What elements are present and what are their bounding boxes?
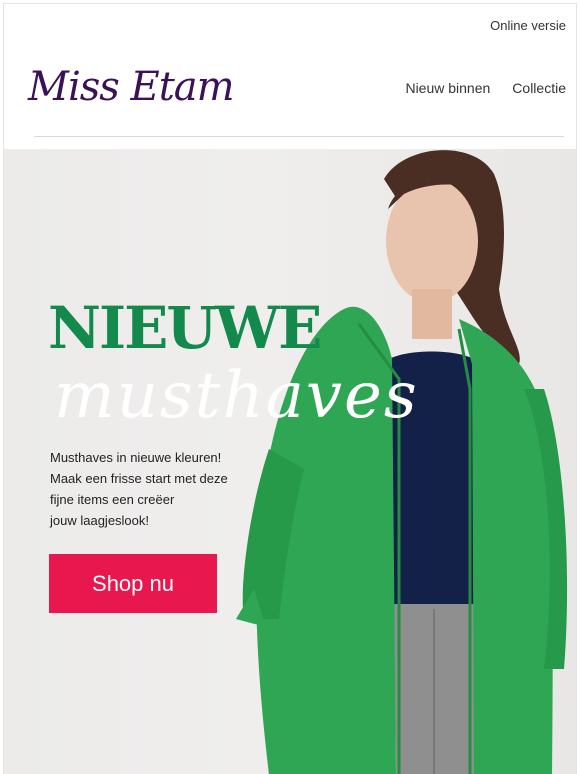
miss-etam-logo[interactable]: Miss Etam [26, 56, 236, 112]
header-divider [34, 136, 564, 137]
body-line: Musthaves in nieuwe kleuren! [50, 450, 222, 465]
logo-text: Miss Etam [27, 64, 234, 110]
nav-nieuw-binnen[interactable]: Nieuw binnen [405, 80, 490, 96]
body-line: fijne items een creëer [50, 492, 175, 507]
body-line: Maak een frisse start met deze [50, 471, 228, 486]
online-version-link[interactable]: Online versie [490, 18, 566, 33]
script-title: musthaves [54, 359, 419, 433]
shop-now-button[interactable]: Shop nu [49, 554, 217, 613]
email-frame: Online versie Miss Etam Nieuw binnen Col… [3, 3, 577, 774]
hero-banner[interactable]: NIEUWE musthaves Musthaves in nieuwe kle… [4, 149, 576, 774]
nav-collectie[interactable]: Collectie [512, 80, 566, 96]
top-nav: Nieuw binnen Collectie [405, 80, 576, 96]
script-text: musthaves [54, 359, 419, 433]
hero-body-text: Musthaves in nieuwe kleuren! Maak een fr… [50, 447, 228, 531]
body-line: jouw laagjeslook! [50, 513, 150, 528]
